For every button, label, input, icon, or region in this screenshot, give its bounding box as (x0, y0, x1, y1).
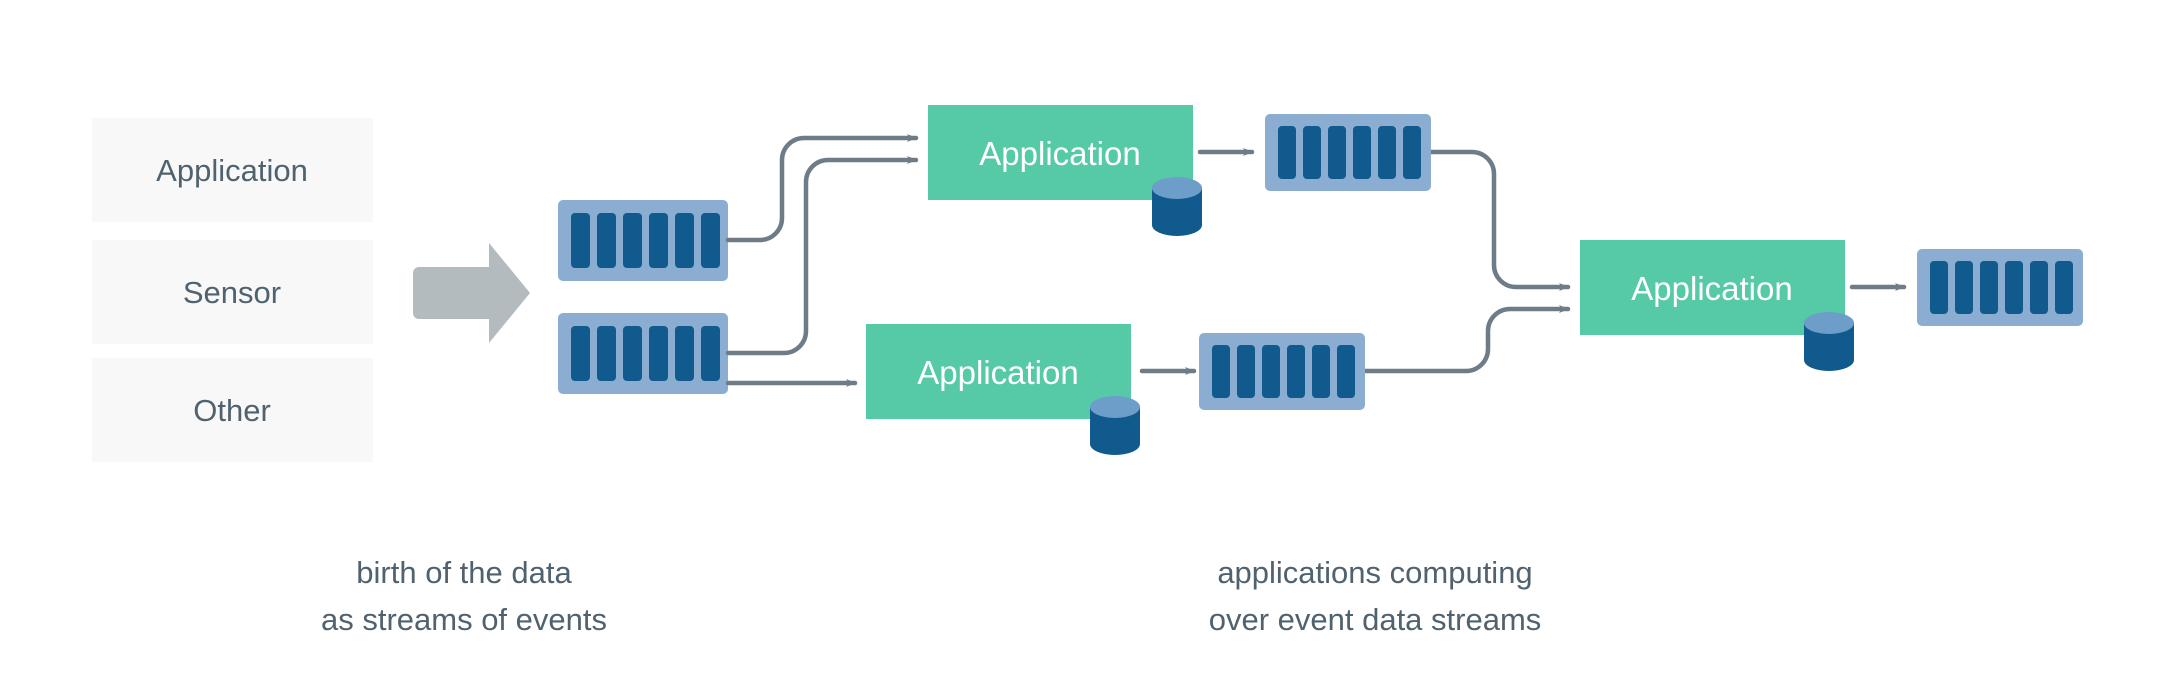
source-item-sensor[interactable]: Sensor (92, 240, 373, 344)
stream-bar (1337, 345, 1355, 398)
output-stream-final[interactable] (1917, 249, 2083, 326)
caption-right: applications computing over event data s… (1209, 555, 1542, 637)
stream-bar (1212, 345, 1230, 398)
connector-stream1-to-app-top (725, 134, 919, 243)
stream-bar (649, 213, 668, 268)
stream-bar (623, 213, 642, 268)
application-label: Application (917, 354, 1078, 391)
stream-bar (1378, 126, 1396, 179)
stream-bar (571, 213, 590, 268)
stream-bar (2005, 261, 2023, 314)
stream-bar (675, 326, 694, 381)
connector-output-bottom-to-app-final (1361, 305, 1571, 374)
stream-bar (1930, 261, 1948, 314)
stream-bar (1955, 261, 1973, 314)
stream-bar (1312, 345, 1330, 398)
database-icon (1090, 396, 1140, 455)
stream-bar (701, 326, 720, 381)
database-icon (1152, 177, 1202, 236)
stream-bar (597, 326, 616, 381)
caption-left-line2: as streams of events (321, 602, 607, 637)
stream-bar (1328, 126, 1346, 179)
stream-bar (597, 213, 616, 268)
source-label-sensor: Sensor (183, 275, 281, 310)
connector-output-top-to-app-final (1427, 149, 1571, 291)
database-icon (1804, 312, 1854, 371)
caption-right-line1: applications computing (1217, 555, 1532, 590)
diagram-canvas: Application Sensor Other Application App… (0, 0, 2161, 691)
output-stream-top[interactable] (1265, 114, 1431, 191)
input-stream-2[interactable] (558, 313, 728, 394)
diagram-svg: Application Sensor Other Application App… (92, 105, 2083, 637)
stream-bar (571, 326, 590, 381)
stream-bar (701, 213, 720, 268)
stream-bar (1278, 126, 1296, 179)
stream-bar (2055, 261, 2073, 314)
stream-bar (1403, 126, 1421, 179)
source-label-application: Application (156, 153, 308, 188)
stream-bar (649, 326, 668, 381)
source-item-other[interactable]: Other (92, 358, 373, 462)
input-stream-1[interactable] (558, 200, 728, 281)
output-stream-bottom[interactable] (1199, 333, 1365, 410)
application-label: Application (1631, 270, 1792, 307)
source-item-application[interactable]: Application (92, 118, 373, 222)
caption-right-line2: over event data streams (1209, 602, 1542, 637)
application-top[interactable]: Application (928, 105, 1202, 236)
stream-bar (1980, 261, 1998, 314)
stream-bar (1237, 345, 1255, 398)
application-label: Application (979, 135, 1140, 172)
caption-left-line1: birth of the data (356, 555, 572, 590)
source-list: Application Sensor Other (92, 118, 373, 462)
application-bottom[interactable]: Application (866, 324, 1140, 455)
stream-bar (1303, 126, 1321, 179)
stream-bar (2030, 261, 2048, 314)
application-final[interactable]: Application (1580, 240, 1854, 371)
fat-right-arrow-icon (413, 243, 530, 343)
stream-bar (1353, 126, 1371, 179)
stream-bar (1262, 345, 1280, 398)
source-label-other: Other (193, 393, 271, 428)
stream-bar (623, 326, 642, 381)
stream-bar (675, 213, 694, 268)
stream-bar (1287, 345, 1305, 398)
caption-left: birth of the data as streams of events (321, 555, 607, 637)
